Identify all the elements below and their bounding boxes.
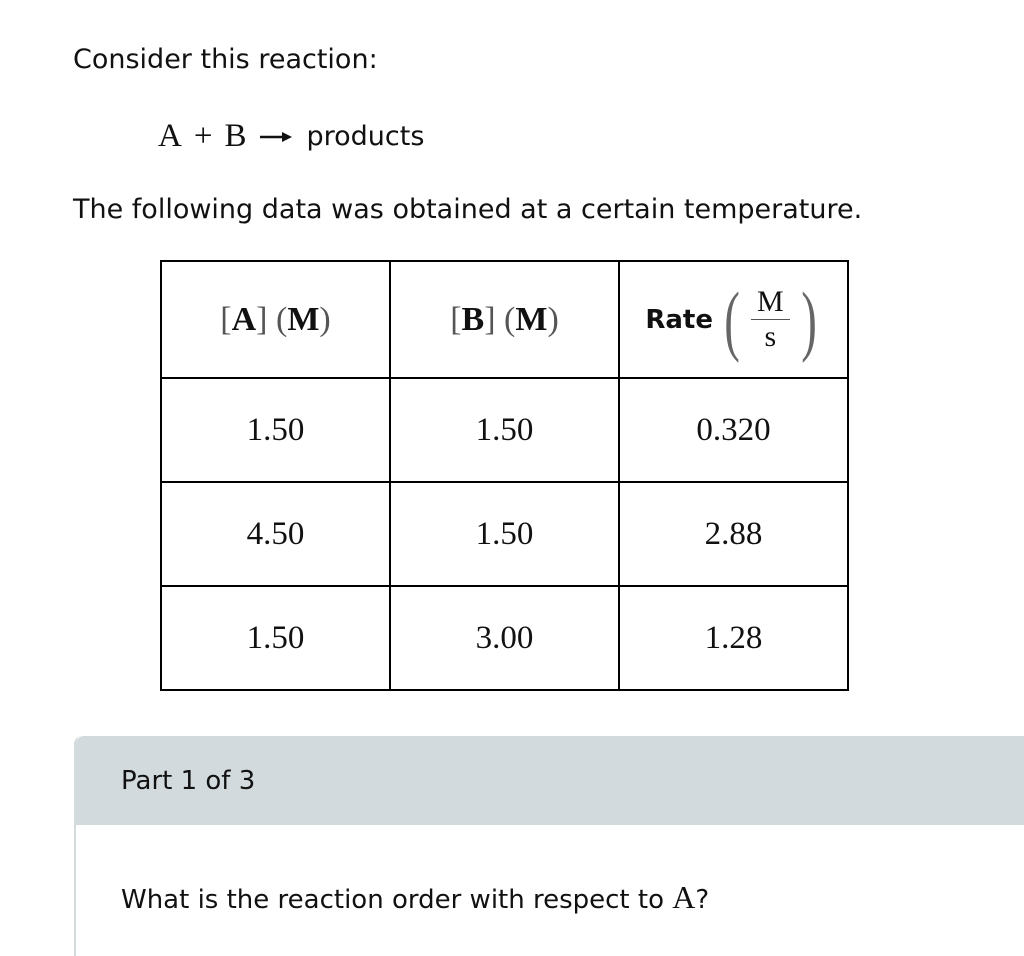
table-row: 1.50 1.50 0.320	[160, 377, 849, 483]
table-row: 4.50 1.50 2.88	[160, 481, 849, 587]
cell-rate: 0.320	[618, 377, 849, 483]
rate-data-table: [A] (M) [B] (M) Rate ( Ms ) 1.50 1.50 0.…	[160, 260, 849, 691]
cell-b: 3.00	[389, 585, 620, 691]
data-description: The following data was obtained at a cer…	[73, 194, 863, 225]
reactant-b: B	[224, 118, 247, 154]
cell-rate: 1.28	[618, 585, 849, 691]
plus-sign: +	[193, 118, 213, 154]
header-a: [A] (M)	[160, 260, 391, 379]
products-label: products	[306, 121, 425, 152]
cell-b: 1.50	[389, 377, 620, 483]
cell-rate: 2.88	[618, 481, 849, 587]
header-rate: Rate ( Ms )	[618, 260, 849, 379]
reaction-equation: A + B products	[158, 118, 424, 155]
right-arrow-icon	[260, 131, 293, 142]
cell-a: 4.50	[160, 481, 391, 587]
cell-a: 1.50	[160, 585, 391, 691]
table-row: 1.50 3.00 1.28	[160, 585, 849, 691]
part-header: Part 1 of 3	[76, 736, 1024, 825]
question-text: What is the reaction order with respect …	[121, 879, 710, 915]
reactant-a: A	[158, 118, 182, 154]
cell-a: 1.50	[160, 377, 391, 483]
intro-text: Consider this reaction:	[73, 44, 378, 75]
header-b: [B] (M)	[389, 260, 620, 379]
cell-b: 1.50	[389, 481, 620, 587]
part-panel: Part 1 of 3 What is the reaction order w…	[74, 736, 1024, 956]
table-header-row: [A] (M) [B] (M) Rate ( Ms )	[160, 260, 849, 379]
